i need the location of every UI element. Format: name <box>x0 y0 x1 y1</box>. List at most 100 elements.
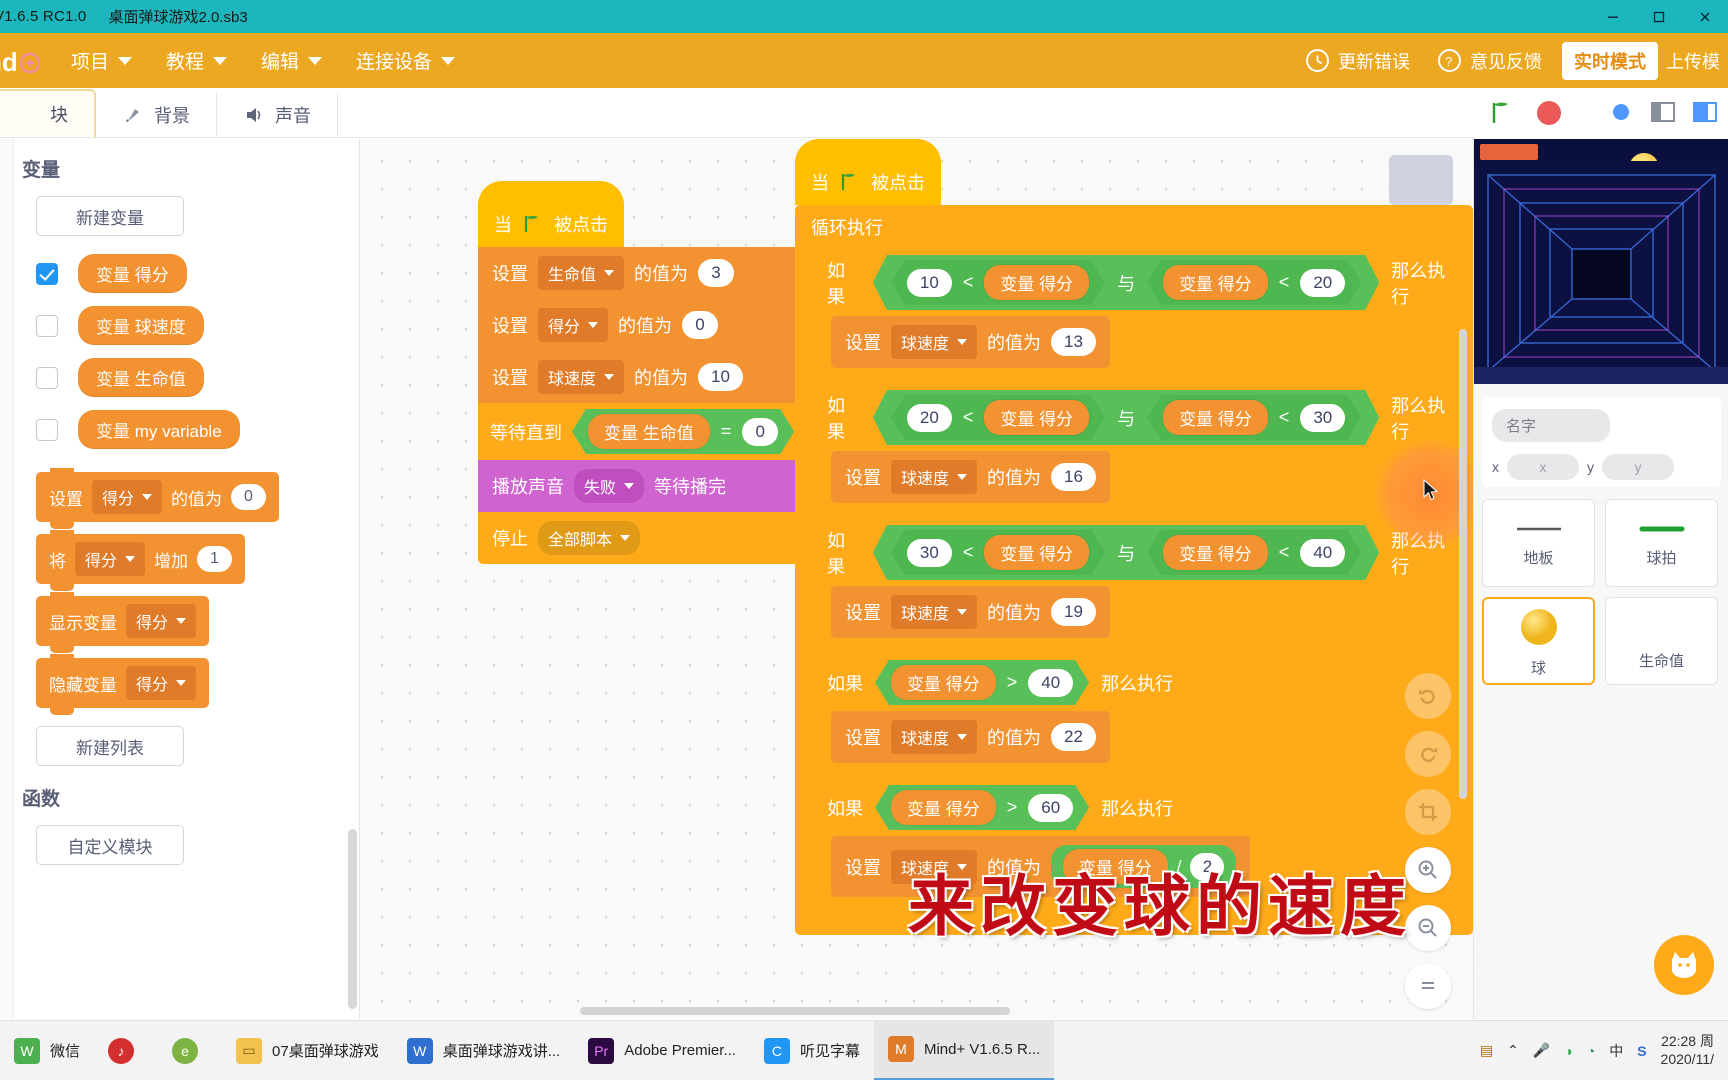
block-if-then[interactable]: 如果 30 < 变量 得分 与 变量 得分 < 40 那么执行 设置 球速度 的… <box>813 519 1473 654</box>
menu-item-project[interactable]: 项目 <box>54 47 149 74</box>
value-input[interactable]: 40 <box>1028 669 1073 697</box>
boolean-less-than-left[interactable]: 30 < 变量 得分 <box>891 530 1105 575</box>
boolean-less-than-right[interactable]: 变量 得分 < 20 <box>1147 260 1361 305</box>
sound-dropdown[interactable]: 失败 <box>574 469 645 503</box>
sprite-item-life[interactable]: 生命值 <box>1605 597 1718 685</box>
tab-sound[interactable]: 声音 <box>217 93 338 137</box>
tab-backdrop[interactable]: 背景 <box>96 93 217 137</box>
update-error-button[interactable]: 更新错误 <box>1292 48 1424 74</box>
palette-block-show-variable[interactable]: 显示变量 得分 <box>36 592 210 653</box>
boolean-greater-than[interactable]: 变量 得分 > 60 <box>875 785 1089 830</box>
custom-block-button[interactable]: 自定义模块 <box>36 825 184 865</box>
redo-icon[interactable] <box>1405 731 1451 777</box>
variable-reporter[interactable]: 变量 得分 <box>984 400 1089 435</box>
value-input[interactable]: 0 <box>231 484 266 510</box>
variable-checkbox[interactable] <box>36 366 58 389</box>
menu-item-tutorial[interactable]: 教程 <box>149 47 244 74</box>
block-if-then[interactable]: 如果 变量 得分 > 40 那么执行 设置 球速度 的值为 22 <box>813 654 1473 779</box>
code-canvas[interactable]: 当 被点击 设置 生命值 的值为 3 设置 得分 的值为 0 设置 球速度 的值… <box>360 139 1473 1019</box>
zoom-reset-icon[interactable] <box>1405 963 1451 1009</box>
add-sprite-button[interactable] <box>1654 935 1714 995</box>
boolean-less-than-left[interactable]: 20 < 变量 得分 <box>891 395 1105 440</box>
value-input[interactable]: 3 <box>698 259 735 287</box>
canvas-scrollbar-vertical[interactable] <box>1459 329 1467 799</box>
x-input[interactable]: x <box>1507 454 1579 480</box>
new-list-button[interactable]: 新建列表 <box>36 726 184 766</box>
palette-block-change-variable[interactable]: 将 得分 增加 1 <box>36 530 245 591</box>
undo-icon[interactable] <box>1405 673 1451 719</box>
value-input[interactable]: 60 <box>1028 794 1073 822</box>
block-set-ballspeed[interactable]: 设置 球速度 的值为 10 <box>478 351 807 403</box>
variable-reporter[interactable]: 变量 得分 <box>891 665 996 700</box>
block-set-score[interactable]: 设置 得分 的值为 0 <box>478 299 807 351</box>
value-input[interactable]: 10 <box>698 363 743 391</box>
variable-dropdown[interactable]: 球速度 <box>891 460 978 494</box>
palette-block-hide-variable[interactable]: 隐藏变量 得分 <box>36 654 210 715</box>
palette-scrollbar[interactable] <box>348 829 357 1009</box>
fullscreen-icon[interactable] <box>1608 100 1636 126</box>
stop-target-dropdown[interactable]: 全部脚本 <box>538 521 641 555</box>
variable-reporter[interactable]: 变量 得分 <box>984 535 1089 570</box>
script-speed-control[interactable]: 当 被点击 循环执行 如果 10 < 变量 得分 与 变量 得分 < 20 那么… <box>795 139 1473 935</box>
taskbar-item-premiere[interactable]: Pr Adobe Premier... <box>574 1021 750 1080</box>
variable-row-myvariable[interactable]: 变量 my variable <box>36 410 359 449</box>
chevron-up-icon[interactable]: ⌃ <box>1507 1042 1519 1059</box>
taskbar-item-wps[interactable]: W 桌面弹球游戏讲... <box>393 1021 575 1080</box>
sprite-item-ball[interactable]: 球 <box>1482 597 1595 685</box>
new-variable-button[interactable]: 新建变量 <box>36 196 184 236</box>
block-if-then[interactable]: 如果 10 < 变量 得分 与 变量 得分 < 20 那么执行 设置 球速度 的… <box>813 249 1473 384</box>
variable-reporter[interactable]: 变量 得分 <box>984 265 1089 300</box>
sprite-item-paddle[interactable]: 球拍 <box>1605 499 1718 587</box>
value-input[interactable]: 22 <box>1051 723 1096 751</box>
boolean-greater-than[interactable]: 变量 得分 > 40 <box>875 660 1089 705</box>
crop-icon[interactable] <box>1405 789 1451 835</box>
microphone-icon[interactable]: 🎤 <box>1533 1042 1550 1059</box>
forever-header[interactable]: 循环执行 <box>795 205 1473 249</box>
variable-dropdown[interactable]: 得分 <box>538 308 609 342</box>
palette-block-set-variable[interactable]: 设置 得分 的值为 0 <box>36 468 279 529</box>
boolean-less-than-right[interactable]: 变量 得分 < 30 <box>1147 395 1361 440</box>
value-input[interactable]: 30 <box>1300 404 1345 432</box>
menu-item-connect-device[interactable]: 连接设备 <box>339 47 472 74</box>
paint-icon[interactable]: ◑ <box>1564 1043 1572 1059</box>
variable-pill[interactable]: 变量 my variable <box>78 410 240 449</box>
taskbar-item-subtitle-app[interactable]: C 听见字幕 <box>750 1021 874 1080</box>
block-palette[interactable]: 变量 新建变量 变量 得分 变量 球速度 变量 生命值 变量 my variab… <box>0 139 360 1019</box>
boolean-and[interactable]: 20 < 变量 得分 与 变量 得分 < 30 <box>873 390 1379 445</box>
boolean-and[interactable]: 30 < 变量 得分 与 变量 得分 < 40 <box>873 525 1379 580</box>
value-input[interactable]: 0 <box>742 418 778 446</box>
value-input[interactable]: 40 <box>1300 539 1345 567</box>
ime-icon[interactable]: 中 <box>1609 1041 1623 1061</box>
variable-checkbox[interactable] <box>36 314 58 337</box>
taskbar-item-mindplus[interactable]: M Mind+ V1.6.5 R... <box>873 1020 1055 1080</box>
maximize-button[interactable] <box>1636 0 1682 33</box>
variable-reporter[interactable]: 变量 生命值 <box>588 414 710 449</box>
value-input[interactable]: 20 <box>907 404 952 432</box>
sprite-item-floor[interactable]: 地板 <box>1482 499 1595 587</box>
taskbar-item-wechat[interactable]: W 微信 <box>0 1021 94 1080</box>
variable-checkbox[interactable] <box>36 262 58 285</box>
block-set-ballspeed[interactable]: 设置 球速度 的值为 16 <box>831 451 1110 503</box>
variable-pill[interactable]: 变量 生命值 <box>78 358 204 397</box>
value-input[interactable]: 0 <box>682 311 719 339</box>
boolean-and[interactable]: 10 < 变量 得分 与 变量 得分 < 20 <box>873 255 1379 310</box>
block-set-life[interactable]: 设置 生命值 的值为 3 <box>478 247 807 299</box>
stage-preview[interactable] <box>1474 139 1728 384</box>
mode-upload-button[interactable]: 上传模 <box>1658 44 1728 78</box>
canvas-scrollbar-horizontal[interactable] <box>580 1007 1010 1015</box>
variable-row-life[interactable]: 变量 生命值 <box>36 358 359 397</box>
feedback-button[interactable]: ? 意见反馈 <box>1424 48 1556 74</box>
boolean-less-than-right[interactable]: 变量 得分 < 40 <box>1147 530 1361 575</box>
tab-blocks[interactable]: 块 <box>0 89 96 137</box>
if-header[interactable]: 如果 30 < 变量 得分 与 变量 得分 < 40 那么执行 <box>813 519 1473 586</box>
block-play-sound-until-done[interactable]: 播放声音 失败 等待播完 <box>478 460 807 512</box>
block-stop-all[interactable]: 停止 全部脚本 <box>478 512 807 564</box>
value-input[interactable]: 19 <box>1051 598 1096 626</box>
minimize-button[interactable] <box>1590 0 1636 33</box>
variable-pill[interactable]: 变量 球速度 <box>78 306 204 345</box>
variable-dropdown[interactable]: 球速度 <box>538 360 625 394</box>
variable-reporter[interactable]: 变量 得分 <box>1163 400 1268 435</box>
stop-icon[interactable] <box>1537 101 1561 125</box>
sprite-name-input[interactable]: 名字 <box>1492 409 1610 442</box>
variable-pill[interactable]: 变量 得分 <box>78 254 187 293</box>
